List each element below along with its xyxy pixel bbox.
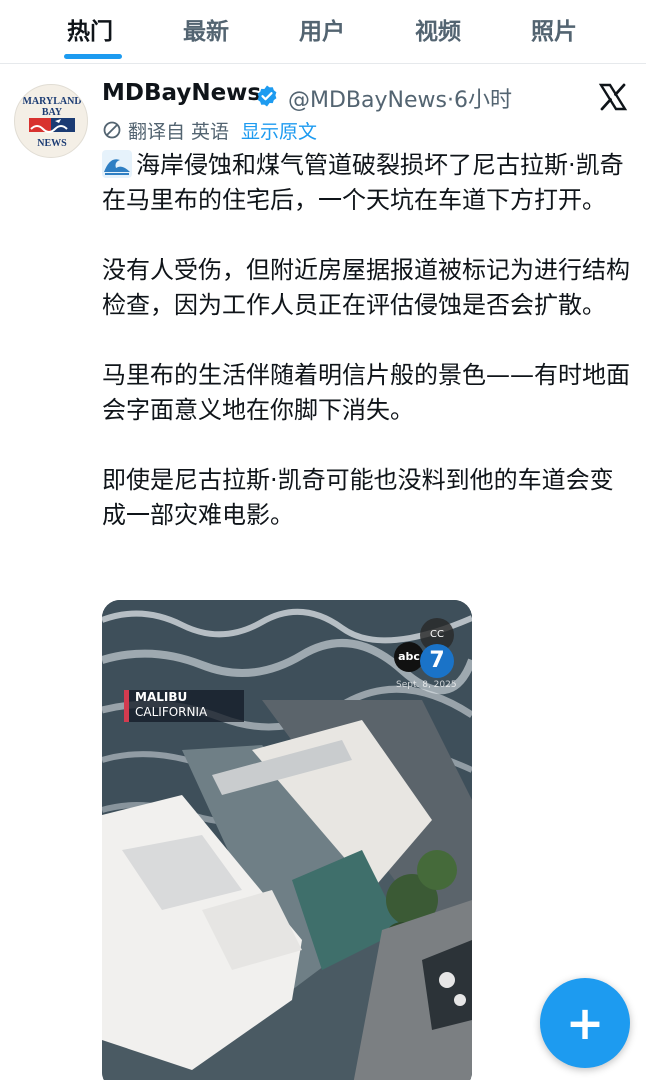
tab-photos[interactable]: 照片 [531,12,577,46]
tweet-paragraph: 没有人受伤，但附近房屋据报道被标记为进行结构检查，因为工作人员正在评估侵蚀是否会… [102,256,630,319]
location-banner: MALIBU CALIFORNIA [124,690,244,722]
tab-videos[interactable]: 视频 [415,12,461,46]
translated-from-label: 翻译自 英语 [128,120,230,143]
aerial-coast-image [102,600,472,1080]
tweet-video-thumbnail[interactable]: MALIBU CALIFORNIA CC abc 7 Sept. 8, 2025 [102,600,472,1080]
compose-button[interactable]: + [540,978,630,1068]
tweet-paragraph: 马里布的生活伴随着明信片般的景色——有时地面会字面意义地在你脚下消失。 [102,361,630,424]
maryland-bay-news-logo: MARYLAND BAY NEWS [22,96,81,149]
tweet-text: 海岸侵蚀和煤气管道破裂损坏了尼古拉斯·凯奇在马里布的住宅后，一个天坑在车道下方打… [102,148,632,568]
tweet-paragraph: 即使是尼古拉斯·凯奇可能也没料到他的车道会变成一部灾难电影。 [102,466,614,529]
tab-hot[interactable]: 热门 [67,12,113,46]
tweet-paragraph: 海岸侵蚀和煤气管道破裂损坏了尼古拉斯·凯奇在马里布的住宅后，一个天坑在车道下方打… [102,150,624,214]
broadcast-date: Sept. 8, 2025 [396,680,457,690]
water-wave-emoji-icon [102,150,132,178]
translation-notice: 翻译自 英语 显示原文 [102,116,317,144]
svg-text:BAY: BAY [42,107,63,118]
avatar[interactable]: MARYLAND BAY NEWS [14,84,88,158]
show-original-link[interactable]: 显示原文 [241,117,317,144]
display-name[interactable]: MDBayNews [102,80,261,106]
verified-badge-icon [257,85,277,107]
channel-seven-logo: 7 [420,644,454,678]
x-logo-icon [598,83,628,111]
tab-users[interactable]: 用户 [299,12,345,46]
translate-icon [103,121,121,139]
top-tab-bar: 热门 最新 用户 视频 照片 [0,0,646,64]
plus-icon: + [565,996,605,1050]
svg-text:MARYLAND: MARYLAND [22,96,81,107]
handle-and-time[interactable]: @MDBayNews·6小时 [288,82,512,114]
svg-text:NEWS: NEWS [37,138,67,149]
active-tab-indicator [64,54,122,59]
location-city: MALIBU [135,690,188,704]
tab-latest[interactable]: 最新 [183,12,229,46]
location-state: CALIFORNIA [135,705,208,719]
